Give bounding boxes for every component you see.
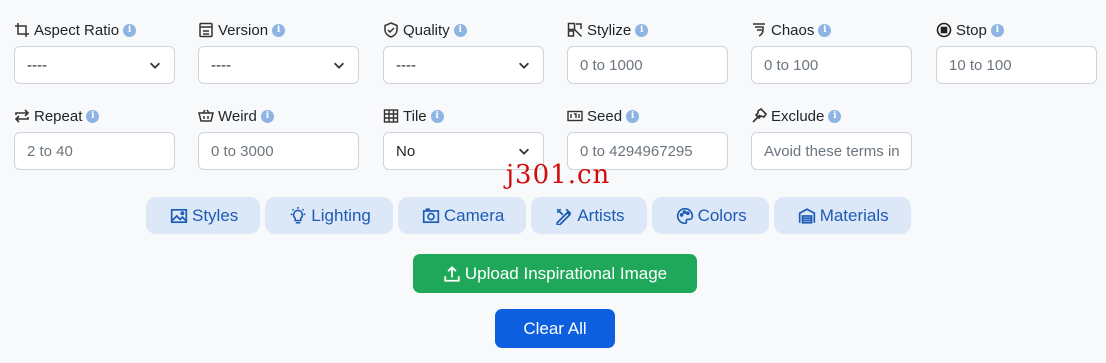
artists-label: Artists — [577, 205, 625, 225]
upload-label: Upload Inspirational Image — [464, 263, 668, 283]
camera-label: Camera — [443, 205, 505, 225]
version-value: ---- — [211, 56, 231, 74]
seed-label: Seed — [587, 107, 623, 125]
info-icon[interactable]: i — [990, 23, 1004, 37]
upload-icon — [444, 265, 460, 282]
stylize-label: Stylize — [587, 21, 632, 39]
stop-label: Stop — [956, 21, 987, 39]
repeat-input[interactable] — [14, 132, 175, 170]
shield-check-icon — [383, 22, 399, 38]
field-chaos: Chaos i — [751, 19, 912, 84]
field-repeat: Repeat i — [14, 105, 175, 170]
colors-label: Colors — [697, 205, 747, 225]
info-icon[interactable]: i — [828, 109, 842, 123]
clear-all-button[interactable]: Clear All — [495, 309, 615, 348]
category-bar: Styles Lighting Camera Artists Colors Ma… — [146, 197, 911, 234]
field-tile: Tile i No — [383, 105, 544, 170]
quality-value: ---- — [396, 56, 416, 74]
repeat-icon — [14, 108, 30, 124]
info-icon[interactable]: i — [260, 109, 274, 123]
grid-icon — [383, 108, 399, 124]
version-label: Version — [218, 21, 269, 39]
info-icon[interactable]: i — [86, 109, 100, 123]
upload-image-button[interactable]: Upload Inspirational Image — [413, 254, 697, 293]
version-icon — [198, 22, 214, 38]
weird-input[interactable] — [198, 132, 359, 170]
colors-button[interactable]: Colors — [651, 197, 769, 234]
hammer-icon — [751, 108, 767, 124]
artists-button[interactable]: Artists — [531, 197, 647, 234]
info-icon[interactable]: i — [635, 23, 649, 37]
info-icon[interactable]: i — [453, 23, 467, 37]
warehouse-icon — [798, 207, 815, 224]
camera-button[interactable]: Camera — [397, 197, 527, 234]
quality-select[interactable]: ---- — [383, 46, 544, 84]
field-weird: Weird i — [198, 105, 359, 170]
info-icon[interactable]: i — [818, 23, 832, 37]
styles-label: Styles — [192, 205, 239, 225]
info-icon[interactable]: i — [626, 109, 640, 123]
weird-label: Weird — [218, 107, 257, 125]
field-version: Version i ---- — [198, 19, 359, 84]
palette-icon — [676, 207, 693, 224]
materials-button[interactable]: Materials — [773, 197, 911, 234]
chevron-down-icon — [150, 62, 160, 69]
chaos-label: Chaos — [771, 21, 815, 39]
lighting-label: Lighting — [311, 205, 371, 225]
field-seed: Seed i — [567, 105, 728, 170]
chevron-down-icon — [519, 148, 529, 155]
info-icon[interactable]: i — [123, 23, 137, 37]
weird-icon — [198, 108, 214, 124]
stylize-icon — [567, 22, 583, 38]
quality-label: Quality — [403, 21, 450, 39]
seed-icon — [567, 108, 583, 124]
exclude-label: Exclude — [771, 107, 825, 125]
tile-value: No — [396, 142, 416, 160]
aspect-ratio-value: ---- — [27, 56, 47, 74]
lightbulb-icon — [290, 206, 306, 224]
tile-label: Tile — [403, 107, 427, 125]
crop-icon — [14, 22, 30, 38]
styles-button[interactable]: Styles — [146, 197, 261, 234]
brush-ruler-icon — [556, 208, 572, 225]
camera-icon — [422, 207, 440, 223]
watermark: j301.cn — [506, 160, 611, 190]
stylize-input[interactable] — [567, 46, 728, 84]
field-stop: Stop i — [936, 19, 1097, 84]
info-icon[interactable]: i — [430, 109, 444, 123]
chevron-down-icon — [334, 62, 344, 69]
chaos-input[interactable] — [751, 46, 912, 84]
exclude-input[interactable] — [751, 132, 912, 170]
repeat-label: Repeat — [34, 107, 83, 125]
field-quality: Quality i ---- — [383, 19, 544, 84]
info-icon[interactable]: i — [272, 23, 286, 37]
materials-label: Materials — [819, 205, 889, 225]
stop-input[interactable] — [936, 46, 1097, 84]
stop-circle-icon — [936, 22, 952, 38]
aspect-ratio-label: Aspect Ratio — [34, 21, 120, 39]
field-aspect-ratio: Aspect Ratio i ---- — [14, 19, 175, 84]
chaos-icon — [751, 22, 767, 38]
chevron-down-icon — [519, 62, 529, 69]
field-exclude: Exclude i — [751, 105, 912, 170]
image-icon — [170, 208, 188, 223]
field-stylize: Stylize i — [567, 19, 728, 84]
aspect-ratio-select[interactable]: ---- — [14, 46, 175, 84]
version-select[interactable]: ---- — [198, 46, 359, 84]
lighting-button[interactable]: Lighting — [265, 197, 393, 234]
